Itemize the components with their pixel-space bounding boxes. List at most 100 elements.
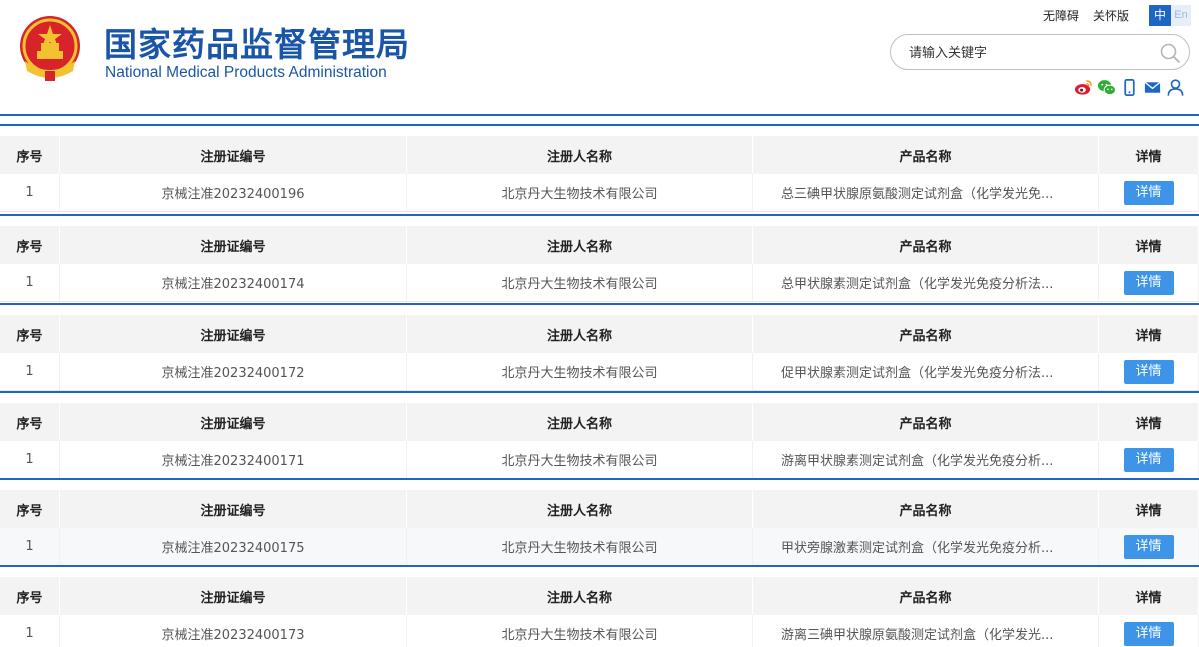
column-header-product: 产品名称 — [753, 136, 1099, 174]
table-header-row: 序号 注册证编号 注册人名称 产品名称 详情 — [0, 490, 1199, 528]
column-header-detail: 详情 — [1099, 315, 1199, 353]
registrant-name: 北京丹大生物技术有限公司 — [407, 528, 753, 565]
table-header-row: 序号 注册证编号 注册人名称 产品名称 详情 — [0, 403, 1199, 441]
column-header-index: 序号 — [0, 577, 60, 615]
cert-number: 京械注准20232400172 — [60, 353, 407, 390]
language-switch: 中 En — [1149, 4, 1191, 26]
detail-cell: 详情 — [1099, 615, 1199, 647]
column-header-index: 序号 — [0, 315, 60, 353]
detail-cell: 详情 — [1099, 264, 1199, 301]
site-title-cn[interactable]: 国家药品监督管理局 — [104, 18, 410, 66]
wechat-icon[interactable] — [1097, 78, 1116, 97]
row-index: 1 — [0, 441, 60, 478]
product-name: 总三碘甲状腺原氨酸测定试剂盒（化学发光免... — [753, 174, 1099, 211]
column-header-detail: 详情 — [1099, 403, 1199, 441]
table-row: 1 京械注准20232400171 北京丹大生物技术有限公司 游离甲状腺素测定试… — [0, 441, 1199, 479]
column-header-cert-no: 注册证编号 — [60, 577, 407, 615]
row-index: 1 — [0, 264, 60, 301]
table-header-row: 序号 注册证编号 注册人名称 产品名称 详情 — [0, 577, 1199, 615]
product-name: 总甲状腺素测定试剂盒（化学发光免疫分析法... — [753, 264, 1099, 301]
result-table: 序号 注册证编号 注册人名称 产品名称 详情 1 京械注准20232400173… — [0, 565, 1199, 647]
cert-number: 京械注准20232400174 — [60, 264, 407, 301]
column-header-cert-no: 注册证编号 — [60, 403, 407, 441]
top-links: 无障碍 关怀版 中 En — [1043, 4, 1199, 26]
registrant-name: 北京丹大生物技术有限公司 — [407, 174, 753, 211]
elderly-care-link[interactable]: 关怀版 — [1093, 7, 1129, 24]
registrant-name: 北京丹大生物技术有限公司 — [407, 441, 753, 478]
column-header-detail: 详情 — [1099, 226, 1199, 264]
search-box — [890, 34, 1190, 70]
column-header-detail: 详情 — [1099, 136, 1199, 174]
national-emblem-icon — [20, 16, 80, 81]
detail-button[interactable]: 详情 — [1123, 270, 1174, 295]
row-index: 1 — [0, 615, 60, 647]
column-header-product: 产品名称 — [753, 226, 1099, 264]
cert-number: 京械注准20232400173 — [60, 615, 407, 647]
column-header-registrant: 注册人名称 — [407, 315, 753, 353]
social-links — [1070, 77, 1185, 97]
result-table: 序号 注册证编号 注册人名称 产品名称 详情 1 京械注准20232400196… — [0, 124, 1199, 212]
accessibility-link[interactable]: 无障碍 — [1043, 7, 1079, 24]
column-header-product: 产品名称 — [753, 490, 1099, 528]
column-header-cert-no: 注册证编号 — [60, 315, 407, 353]
column-header-index: 序号 — [0, 490, 60, 528]
detail-button[interactable]: 详情 — [1123, 359, 1174, 384]
column-header-product: 产品名称 — [753, 577, 1099, 615]
table-row: 1 京械注准20232400172 北京丹大生物技术有限公司 促甲状腺素测定试剂… — [0, 353, 1199, 391]
detail-cell: 详情 — [1099, 174, 1199, 211]
column-header-cert-no: 注册证编号 — [60, 136, 407, 174]
detail-button[interactable]: 详情 — [1123, 621, 1174, 646]
detail-button[interactable]: 详情 — [1123, 180, 1174, 205]
detail-cell: 详情 — [1099, 353, 1199, 390]
user-icon[interactable] — [1166, 78, 1185, 97]
lang-cn-button[interactable]: 中 — [1149, 4, 1171, 26]
product-name: 游离三碘甲状腺原氨酸测定试剂盒（化学发光... — [753, 615, 1099, 647]
mail-icon[interactable] — [1143, 78, 1162, 97]
detail-button[interactable]: 详情 — [1123, 447, 1174, 472]
detail-cell: 详情 — [1099, 441, 1199, 478]
registrant-name: 北京丹大生物技术有限公司 — [407, 353, 753, 390]
row-index: 1 — [0, 353, 60, 390]
column-header-registrant: 注册人名称 — [407, 403, 753, 441]
header-divider — [0, 114, 1199, 116]
site-header: 国家药品监督管理局 National Medical Products Admi… — [0, 0, 1199, 118]
column-header-index: 序号 — [0, 403, 60, 441]
column-header-registrant: 注册人名称 — [407, 577, 753, 615]
column-header-product: 产品名称 — [753, 403, 1099, 441]
weibo-icon[interactable] — [1074, 78, 1093, 97]
column-header-index: 序号 — [0, 226, 60, 264]
lang-en-button[interactable]: En — [1171, 4, 1191, 26]
registrant-name: 北京丹大生物技术有限公司 — [407, 264, 753, 301]
column-header-registrant: 注册人名称 — [407, 226, 753, 264]
table-header-row: 序号 注册证编号 注册人名称 产品名称 详情 — [0, 315, 1199, 353]
result-table: 序号 注册证编号 注册人名称 产品名称 详情 1 京械注准20232400171… — [0, 391, 1199, 479]
search-icon[interactable] — [1159, 42, 1181, 64]
table-row: 1 京械注准20232400196 北京丹大生物技术有限公司 总三碘甲状腺原氨酸… — [0, 174, 1199, 212]
detail-button[interactable]: 详情 — [1123, 534, 1174, 559]
row-index: 1 — [0, 528, 60, 565]
table-row: 1 京械注准20232400173 北京丹大生物技术有限公司 游离三碘甲状腺原氨… — [0, 615, 1199, 647]
table-header-row: 序号 注册证编号 注册人名称 产品名称 详情 — [0, 226, 1199, 264]
table-row: 1 京械注准20232400175 北京丹大生物技术有限公司 甲状旁腺激素测定试… — [0, 528, 1199, 566]
column-header-registrant: 注册人名称 — [407, 490, 753, 528]
mobile-icon[interactable] — [1120, 78, 1139, 97]
column-header-registrant: 注册人名称 — [407, 136, 753, 174]
cert-number: 京械注准20232400196 — [60, 174, 407, 211]
cert-number: 京械注准20232400175 — [60, 528, 407, 565]
product-name: 游离甲状腺素测定试剂盒（化学发光免疫分析... — [753, 441, 1099, 478]
row-index: 1 — [0, 174, 60, 211]
product-name: 促甲状腺素测定试剂盒（化学发光免疫分析法... — [753, 353, 1099, 390]
table-header-row: 序号 注册证编号 注册人名称 产品名称 详情 — [0, 136, 1199, 174]
detail-cell: 详情 — [1099, 528, 1199, 565]
column-header-detail: 详情 — [1099, 577, 1199, 615]
column-header-index: 序号 — [0, 136, 60, 174]
search-input[interactable] — [909, 43, 1159, 63]
column-header-detail: 详情 — [1099, 490, 1199, 528]
product-name: 甲状旁腺激素测定试剂盒（化学发光免疫分析... — [753, 528, 1099, 565]
column-header-product: 产品名称 — [753, 315, 1099, 353]
table-row: 1 京械注准20232400174 北京丹大生物技术有限公司 总甲状腺素测定试剂… — [0, 264, 1199, 302]
site-title-en[interactable]: National Medical Products Administration — [105, 64, 387, 82]
result-table: 序号 注册证编号 注册人名称 产品名称 详情 1 京械注准20232400175… — [0, 478, 1199, 566]
result-table: 序号 注册证编号 注册人名称 产品名称 详情 1 京械注准20232400172… — [0, 303, 1199, 391]
registrant-name: 北京丹大生物技术有限公司 — [407, 615, 753, 647]
